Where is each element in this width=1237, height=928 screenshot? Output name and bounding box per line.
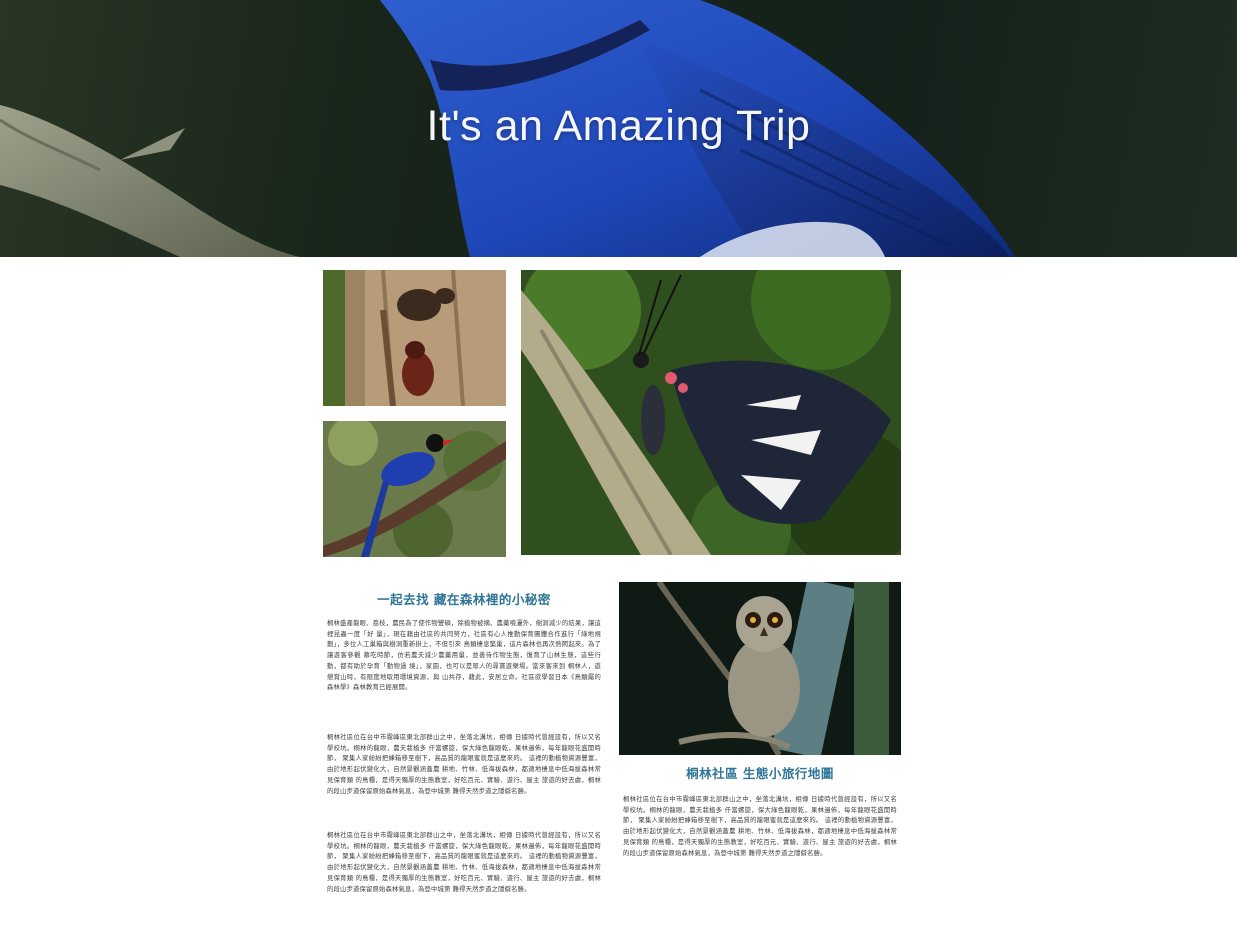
article-right-heading: 桐林社區 生態小旅行地圖 <box>686 766 834 781</box>
article-left-paragraph: 桐林盛產龍眼、荔枝，農民為了使作物豐碩，除植物被摘、農藥噴灑外，樹洞減少的結果，… <box>327 620 601 692</box>
article-left-paragraph: 桐林社區位在台中市霧峰區東北部群山之中，坐落北溝坑，相傳 日據時代曾經設有，所以… <box>327 734 601 795</box>
hero-title: It's an Amazing Trip <box>426 102 811 150</box>
owl-photo <box>619 582 901 755</box>
taiwan-blue-magpie-photo <box>323 421 506 557</box>
article-right-paragraph: 桐林社區位在台中市霧峰區東北部群山之中，坐落北溝坑，相傳 日據時代曾經設有，所以… <box>623 796 897 857</box>
butterfly-photo <box>521 270 901 555</box>
article-left-paragraph: 桐林社區位在台中市霧峰區東北部群山之中，坐落北溝坑，相傳 日據時代曾經設有，所以… <box>327 832 601 893</box>
article-left-heading: 一起去找 藏在森林裡的小秘密 <box>377 592 551 607</box>
beetles-on-tree-photo <box>323 270 506 406</box>
hero-banner: It's an Amazing Trip <box>0 0 1237 257</box>
